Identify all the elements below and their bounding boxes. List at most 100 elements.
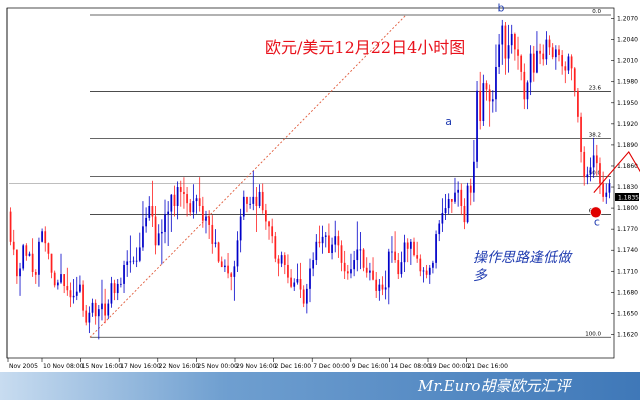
candle-body — [227, 265, 229, 274]
candle-body — [283, 255, 286, 265]
candle-body — [324, 235, 327, 237]
candle — [217, 241, 220, 263]
candle-body — [491, 99, 494, 102]
candle-body — [498, 44, 500, 67]
time-tick-label: 17 Nov 16:00 — [120, 363, 161, 370]
candle-body — [129, 261, 132, 263]
candle-body — [214, 242, 217, 244]
price-tick-label: 1.1950 — [617, 100, 638, 107]
candle-body — [605, 192, 608, 197]
candle-body — [151, 205, 154, 217]
candle-body — [595, 155, 598, 164]
candle-body — [192, 201, 195, 213]
candle-body — [469, 185, 472, 193]
candle-body — [517, 49, 519, 56]
candle-body — [305, 288, 308, 304]
price-tick-label: 1.1800 — [617, 205, 638, 212]
candle-body — [16, 249, 18, 277]
candle-body — [558, 49, 560, 56]
candle-body — [205, 216, 207, 221]
candle-body — [296, 279, 299, 283]
time-tick-label: 25 Nov 00:00 — [197, 363, 238, 370]
candle-body — [271, 226, 274, 237]
candle-body — [353, 260, 355, 270]
candle-body — [38, 241, 40, 275]
time-tick-label: 22 Nov 16:00 — [159, 363, 200, 370]
candle-body — [258, 191, 261, 206]
candle-body — [189, 203, 192, 213]
candle-body — [179, 187, 182, 192]
candle-body — [60, 274, 62, 283]
candle-body — [164, 214, 166, 232]
candle-body — [554, 49, 557, 58]
candle-body — [19, 268, 21, 277]
price-tick-label: 1.1740 — [617, 247, 638, 254]
candle-body — [186, 194, 188, 204]
price-tick-label: 1.1980 — [617, 79, 638, 86]
candle-body — [142, 226, 144, 248]
price-tick-label: 1.1860 — [617, 163, 638, 170]
candle-body — [567, 56, 570, 71]
candle-body — [230, 273, 233, 277]
candle-body — [154, 216, 157, 246]
candle-body — [88, 312, 91, 323]
candle-body — [148, 205, 151, 218]
candle-body — [34, 271, 37, 275]
candle-body — [255, 196, 258, 206]
candle-body — [413, 241, 415, 256]
candle-body — [381, 284, 384, 290]
candle-body — [242, 196, 245, 217]
candle-body — [280, 255, 283, 264]
candle-body — [160, 231, 163, 234]
candle-body — [372, 270, 374, 280]
candle — [9, 207, 12, 246]
price-tick-label: 1.2040 — [617, 37, 638, 44]
candle-body — [113, 283, 116, 294]
chart-window: 0.023.638.250.061.8100.0 1.20701.20401.2… — [0, 0, 640, 400]
plan-note-line2: 多 — [473, 268, 488, 284]
candle-body — [350, 269, 352, 274]
candle-body — [564, 66, 567, 71]
candle-body — [69, 290, 72, 298]
candle-body — [132, 260, 135, 262]
candle-body — [577, 90, 579, 117]
candle-body — [173, 194, 176, 206]
candle-body — [501, 25, 504, 45]
candle-body — [302, 289, 305, 304]
candle-body — [82, 284, 84, 311]
candle-body — [359, 249, 362, 251]
price-tick-label: 1.1920 — [617, 121, 638, 128]
candle-body — [488, 89, 491, 102]
candle-body — [268, 221, 270, 227]
candle-body — [198, 198, 201, 206]
candle-body — [485, 83, 488, 90]
candle-body — [293, 282, 296, 287]
candle-body — [236, 240, 239, 267]
price-tick-label: 1.1770 — [617, 226, 638, 233]
candle-body — [369, 270, 371, 273]
candle-body — [457, 189, 460, 193]
candle-body — [246, 196, 248, 204]
candle-body — [94, 302, 97, 317]
chart-background — [0, 0, 640, 400]
candle-body — [176, 187, 179, 206]
candle-body — [299, 279, 302, 290]
candle-body — [123, 264, 125, 284]
candle-body — [391, 251, 393, 253]
candle-body — [249, 203, 251, 205]
candle-body — [479, 90, 482, 122]
candle-body — [239, 216, 242, 241]
candle-body — [56, 282, 59, 286]
candle — [22, 243, 25, 271]
candle-body — [463, 205, 466, 223]
candle-body — [201, 205, 204, 221]
candle-body — [409, 241, 412, 249]
candle-body — [287, 264, 289, 278]
candle-body — [580, 116, 582, 152]
candle-body — [75, 291, 78, 296]
candle-body — [362, 249, 365, 268]
candle-body — [375, 279, 378, 291]
fib-level-label: 38.2 — [589, 133, 601, 139]
candle-body — [126, 261, 129, 265]
candle-body — [514, 33, 516, 50]
